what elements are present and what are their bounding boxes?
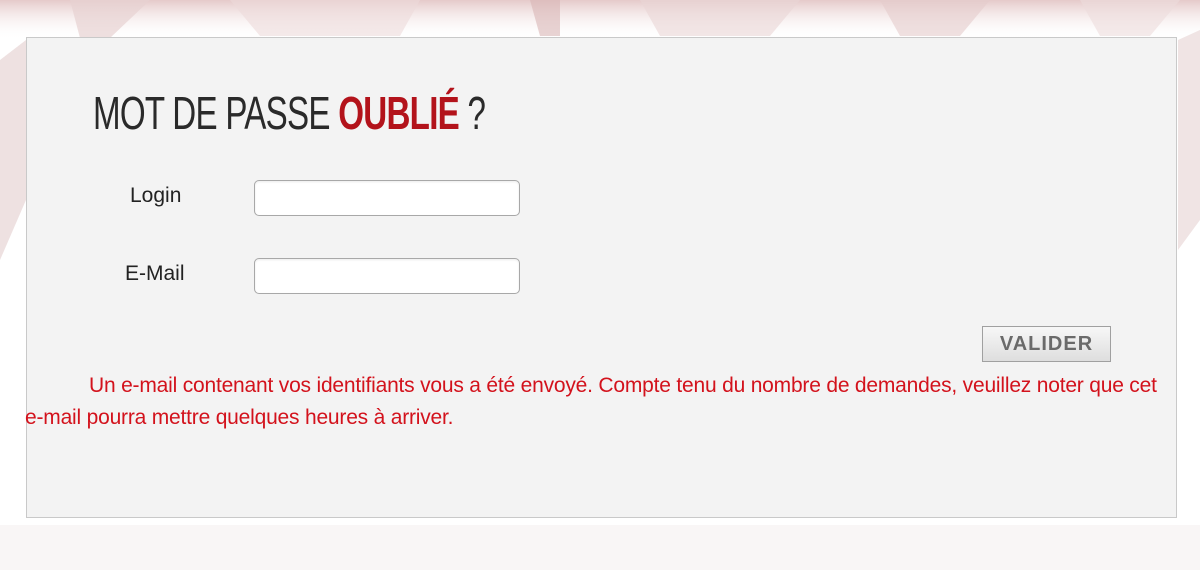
email-input[interactable] <box>254 258 520 294</box>
confirmation-message: Un e-mail contenant vos identifiants vou… <box>25 374 1157 429</box>
title-question-mark: ? <box>467 87 486 139</box>
title-main: MOT DE PASSE <box>93 87 330 139</box>
forgot-password-panel: MOT DE PASSE OUBLIÉ ? Login E-Mail VALID… <box>25 37 1177 518</box>
login-input[interactable] <box>254 180 520 216</box>
email-label: E-Mail <box>125 262 185 285</box>
login-label: Login <box>130 184 182 207</box>
title-accent: OUBLIÉ <box>338 87 460 139</box>
submit-button[interactable]: VALIDER <box>982 326 1111 362</box>
page-title: MOT DE PASSE OUBLIÉ ? <box>93 87 486 139</box>
